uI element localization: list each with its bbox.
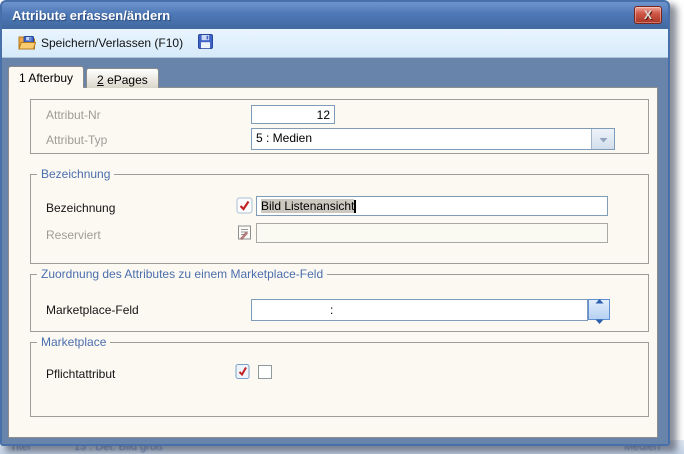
attribut-typ-value: 5 : Medien [252, 129, 591, 149]
chevron-down-icon [599, 130, 608, 148]
spinner-down-icon [595, 311, 604, 329]
tab-epages-label: ePages [104, 73, 148, 87]
bezeichnung-value: Bild Listenansicht [261, 199, 354, 213]
reserviert-form-icon [236, 224, 253, 241]
attribut-typ-select[interactable]: 5 : Medien [251, 128, 615, 150]
group-marketplace-title: Marketplace [37, 335, 110, 349]
group-marketplace-mapping-title: Zuordnung des Attributes zu einem Market… [37, 267, 327, 281]
pflichtattribut-label: Pflichtattribut [46, 367, 115, 381]
save-button[interactable] [195, 32, 216, 54]
dialog-content: 1 Afterbuy 2 ePages Attribut-Nr Attribut… [2, 58, 668, 444]
reserviert-label: Reserviert [46, 228, 101, 242]
floppy-disk-icon [198, 34, 213, 52]
close-icon: X [644, 8, 652, 22]
save-exit-button[interactable]: Speichern/Verlassen (F10) [14, 32, 187, 55]
attribut-nr-label: Attribut-Nr [46, 108, 101, 122]
bezeichnung-check-icon [236, 197, 253, 214]
save-exit-folder-floppy-icon [18, 34, 36, 53]
tab-afterbuy-label: 1 Afterbuy [19, 71, 73, 85]
marketplace-feld-spinner[interactable] [588, 299, 610, 320]
attribut-nr-input[interactable] [251, 105, 335, 124]
pflichtattribut-checkbox[interactable] [258, 365, 272, 379]
title-bar[interactable]: Attribute erfassen/ändern X [2, 2, 668, 29]
reserviert-input[interactable] [256, 223, 608, 243]
close-button[interactable]: X [634, 6, 662, 24]
group-bezeichnung: Bezeichnung Bezeichnung Bild Listenansic… [30, 174, 649, 264]
group-marketplace: Marketplace Pflichtattribut [30, 342, 649, 417]
spinner-up-icon [595, 291, 604, 309]
dialog-title: Attribute erfassen/ändern [12, 8, 170, 23]
marketplace-feld-label: Marketplace-Feld [46, 303, 139, 317]
save-exit-label: Speichern/Verlassen (F10) [41, 36, 183, 50]
group-marketplace-mapping: Zuordnung des Attributes zu einem Market… [30, 274, 649, 332]
tab-strip: 1 Afterbuy 2 ePages [8, 66, 159, 88]
screen: Titel 13 : Det. Bild groß Medien Attribu… [0, 0, 684, 454]
text-caret [354, 200, 356, 213]
toolbar: Speichern/Verlassen (F10) [2, 29, 668, 58]
tab-epages-accel: 2 [97, 73, 104, 87]
tab-afterbuy[interactable]: 1 Afterbuy [8, 66, 84, 88]
bezeichnung-input[interactable]: Bild Listenansicht [256, 196, 608, 216]
group-general: Attribut-Nr Attribut-Typ 5 : Medien [30, 99, 649, 154]
group-bezeichnung-title: Bezeichnung [37, 167, 114, 181]
tab-epages[interactable]: 2 ePages [86, 68, 159, 88]
tab-panel-afterbuy: Attribut-Nr Attribut-Typ 5 : Medien [8, 87, 658, 438]
marketplace-feld-input[interactable]: : [251, 299, 588, 321]
attribut-typ-label: Attribut-Typ [46, 133, 107, 147]
attribute-dialog: Attribute erfassen/ändern X S [0, 0, 670, 446]
bezeichnung-label: Bezeichnung [46, 201, 115, 215]
attribut-typ-dropdown-button[interactable] [591, 129, 614, 149]
marketplace-feld-value: : [330, 303, 333, 317]
pflichtattribut-check-icon [234, 363, 251, 380]
